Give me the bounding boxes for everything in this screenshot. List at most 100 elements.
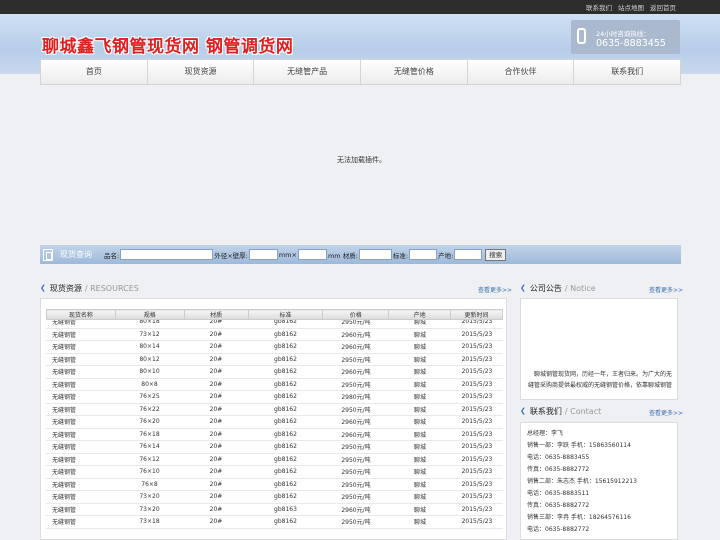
chevron-left-icon: ❮ [40,284,46,292]
col-updated: 更新时间 [450,309,503,320]
table-cell: 20# [209,480,223,488]
site-logo[interactable]: 聊城鑫飞钢管现货网 钢管调货网 [42,32,293,57]
nav-prices[interactable]: 无缝管价格 [361,60,468,84]
table-cell: 20# [209,343,223,351]
table-row[interactable]: 无缝钢管 80×18 20# gb8162 2950元/吨 聊城 2015/5/23 [46,320,503,329]
nav-resources[interactable]: 现货资源 [148,60,255,84]
table-row[interactable]: 无缝钢管 73×18 20# gb8162 2950元/吨 聊城 2015/5/23 [46,516,503,529]
nav-products[interactable]: 无缝管产品 [254,60,362,84]
col-material: 材质 [183,309,249,320]
table-cell[interactable]: 无缝钢管 [46,392,115,401]
table-cell: gb8162 [274,455,297,463]
nav-home[interactable]: 首页 [41,60,148,84]
hotline-box: 24小时咨询热线： 0635-8883455 [571,20,680,54]
table-cell: 76×14 [139,443,160,451]
search-name-input[interactable] [120,249,214,260]
table-cell: gb8162 [274,343,297,351]
nav-partners[interactable]: 合作伙伴 [468,60,575,84]
table-cell: gb8162 [274,518,297,526]
table-cell[interactable]: 无缝钢管 [46,367,115,376]
table-row[interactable]: 无缝钢管 76×20 20# gb8162 2960元/吨 聊城 2015/5/23 [46,416,503,429]
notice-more-link[interactable]: 查看更多>> [649,285,683,294]
table-cell: gb8162 [274,418,297,426]
search-diameter-input[interactable] [248,249,278,260]
top-link-contact[interactable]: 联系我们 [586,2,612,12]
table-cell[interactable]: 无缝钢管 [46,405,115,414]
top-link-sitemap[interactable]: 站点地图 [618,2,644,12]
search-origin-input[interactable] [454,249,483,260]
table-row[interactable]: 无缝钢管 80×12 20# gb8162 2950元/吨 聊城 2015/5/23 [46,354,503,366]
contact-subtitle: / Contact [564,406,602,416]
table-cell[interactable]: 无缝钢管 [46,505,115,514]
table-cell: 76×18 [139,430,160,438]
table-cell: 20# [209,368,223,376]
resources-more-link[interactable]: 查看更多>> [478,285,512,294]
contact-more-link[interactable]: 查看更多>> [649,408,683,417]
col-standard: 标准 [247,309,324,320]
table-row[interactable]: 无缝钢管 76×8 20# gb8162 2950元/吨 聊城 2015/5/23 [46,479,503,491]
table-cell[interactable]: 无缝钢管 [46,467,115,476]
table-row[interactable]: 无缝钢管 80×10 20# gb8162 2960元/吨 聊城 2015/5/23 [46,366,503,379]
top-link-home[interactable]: 返回首页 [650,2,676,12]
table-row[interactable]: 无缝钢管 73×20 20# gb8162 2950元/吨 聊城 2015/5/23 [46,491,503,504]
table-row[interactable]: 无缝钢管 76×14 20# gb8162 2950元/吨 聊城 2015/5/23 [46,441,503,454]
search-standard-input[interactable] [409,249,438,260]
table-cell[interactable]: 无缝钢管 [46,480,115,489]
search-label-name: 品名: [104,251,120,260]
table-row[interactable]: 无缝钢管 76×10 20# gb8162 2950元/吨 聊城 2015/5/23 [46,466,503,479]
table-cell: 聊城 [413,381,426,389]
table-cell: 聊城 [413,344,426,352]
table-row[interactable]: 无缝钢管 76×25 20# gb8162 2980元/吨 聊城 2015/5/23 [46,391,503,404]
table-cell[interactable]: 无缝钢管 [46,455,115,464]
table-cell: 聊城 [413,406,426,414]
notice-text[interactable]: 聊城钢管现货网，历经一年，王者归来。为广大的无缝管采购商提供最权威的无缝钢管价格… [528,369,674,391]
table-cell[interactable]: 无缝钢管 [46,380,115,389]
table-row[interactable]: 无缝钢管 73×20 20# gb8163 2960元/吨 聊城 2015/5/23 [46,504,503,516]
table-cell[interactable]: 无缝钢管 [46,492,115,501]
contact-line: 电话：0635-8883455 [527,454,590,461]
hotline-number: 0635-8883455 [596,38,666,49]
table-row[interactable]: 无缝钢管 80×8 20# gb8162 2950元/吨 聊城 2015/5/23 [46,379,503,391]
table-cell: 2015/5/23 [461,430,493,438]
table-cell: 2015/5/23 [461,393,493,401]
col-spec: 规格 [114,309,185,320]
search-button[interactable]: 搜索 [485,248,507,261]
table-row[interactable]: 无缝钢管 76×18 20# gb8162 2960元/吨 聊城 2015/5/23 [46,429,503,441]
table-cell: 聊城 [413,419,426,427]
table-cell: gb8162 [274,468,297,476]
search-label-material: mm 材质: [327,251,358,260]
table-cell[interactable]: 无缝钢管 [46,320,115,326]
table-cell[interactable]: 无缝钢管 [46,430,115,439]
table-cell: 聊城 [413,356,426,364]
table-cell[interactable]: 无缝钢管 [46,517,115,526]
table-cell: 20# [209,330,223,338]
table-cell: 2960元/吨 [341,506,371,514]
table-cell: 20# [209,393,223,401]
table-cell: 2015/5/23 [461,443,493,451]
table-cell: 73×18 [139,518,160,526]
table-cell: 20# [209,405,223,413]
table-cell: 20# [209,430,223,438]
table-cell[interactable]: 无缝钢管 [46,417,115,426]
table-cell: 2015/5/23 [461,418,493,426]
table-cell: 2960元/吨 [341,369,371,377]
table-cell[interactable]: 无缝钢管 [46,330,115,339]
nav-contact[interactable]: 联系我们 [574,60,680,84]
notice-subtitle: / Notice [564,283,596,293]
table-row[interactable]: 无缝钢管 73×12 20# gb8162 2960元/吨 聊城 2015/5/23 [46,329,503,341]
resources-scroll-area[interactable]: 无缝钢管 80×18 20# gb8162 2950元/吨 聊城 2015/5/23 无缝钢管… [46,320,503,539]
notice-panel: 聊城钢管现货网，历经一年，王者归来。为广大的无缝管采购商提供最权威的无缝钢管价格… [520,298,678,400]
search-material-input[interactable] [358,249,392,260]
table-row[interactable]: 无缝钢管 76×22 20# gb8162 2950元/吨 聊城 2015/5/23 [46,404,503,416]
search-thickness-input[interactable] [297,249,327,260]
table-cell: 2015/5/23 [461,343,493,351]
contact-line: 总经理：李飞 [527,430,564,437]
table-row[interactable]: 无缝钢管 76×12 20# gb8162 2950元/吨 聊城 2015/5/23 [46,454,503,466]
table-cell: 2015/5/23 [461,455,493,463]
table-cell: 2980元/吨 [341,394,371,402]
table-cell[interactable]: 无缝钢管 [46,355,115,364]
contact-title: 联系我们 [529,406,562,416]
table-row[interactable]: 无缝钢管 80×14 20# gb8162 2960元/吨 聊城 2015/5/23 [46,341,503,354]
table-cell[interactable]: 无缝钢管 [46,342,115,351]
table-cell[interactable]: 无缝钢管 [46,442,115,451]
